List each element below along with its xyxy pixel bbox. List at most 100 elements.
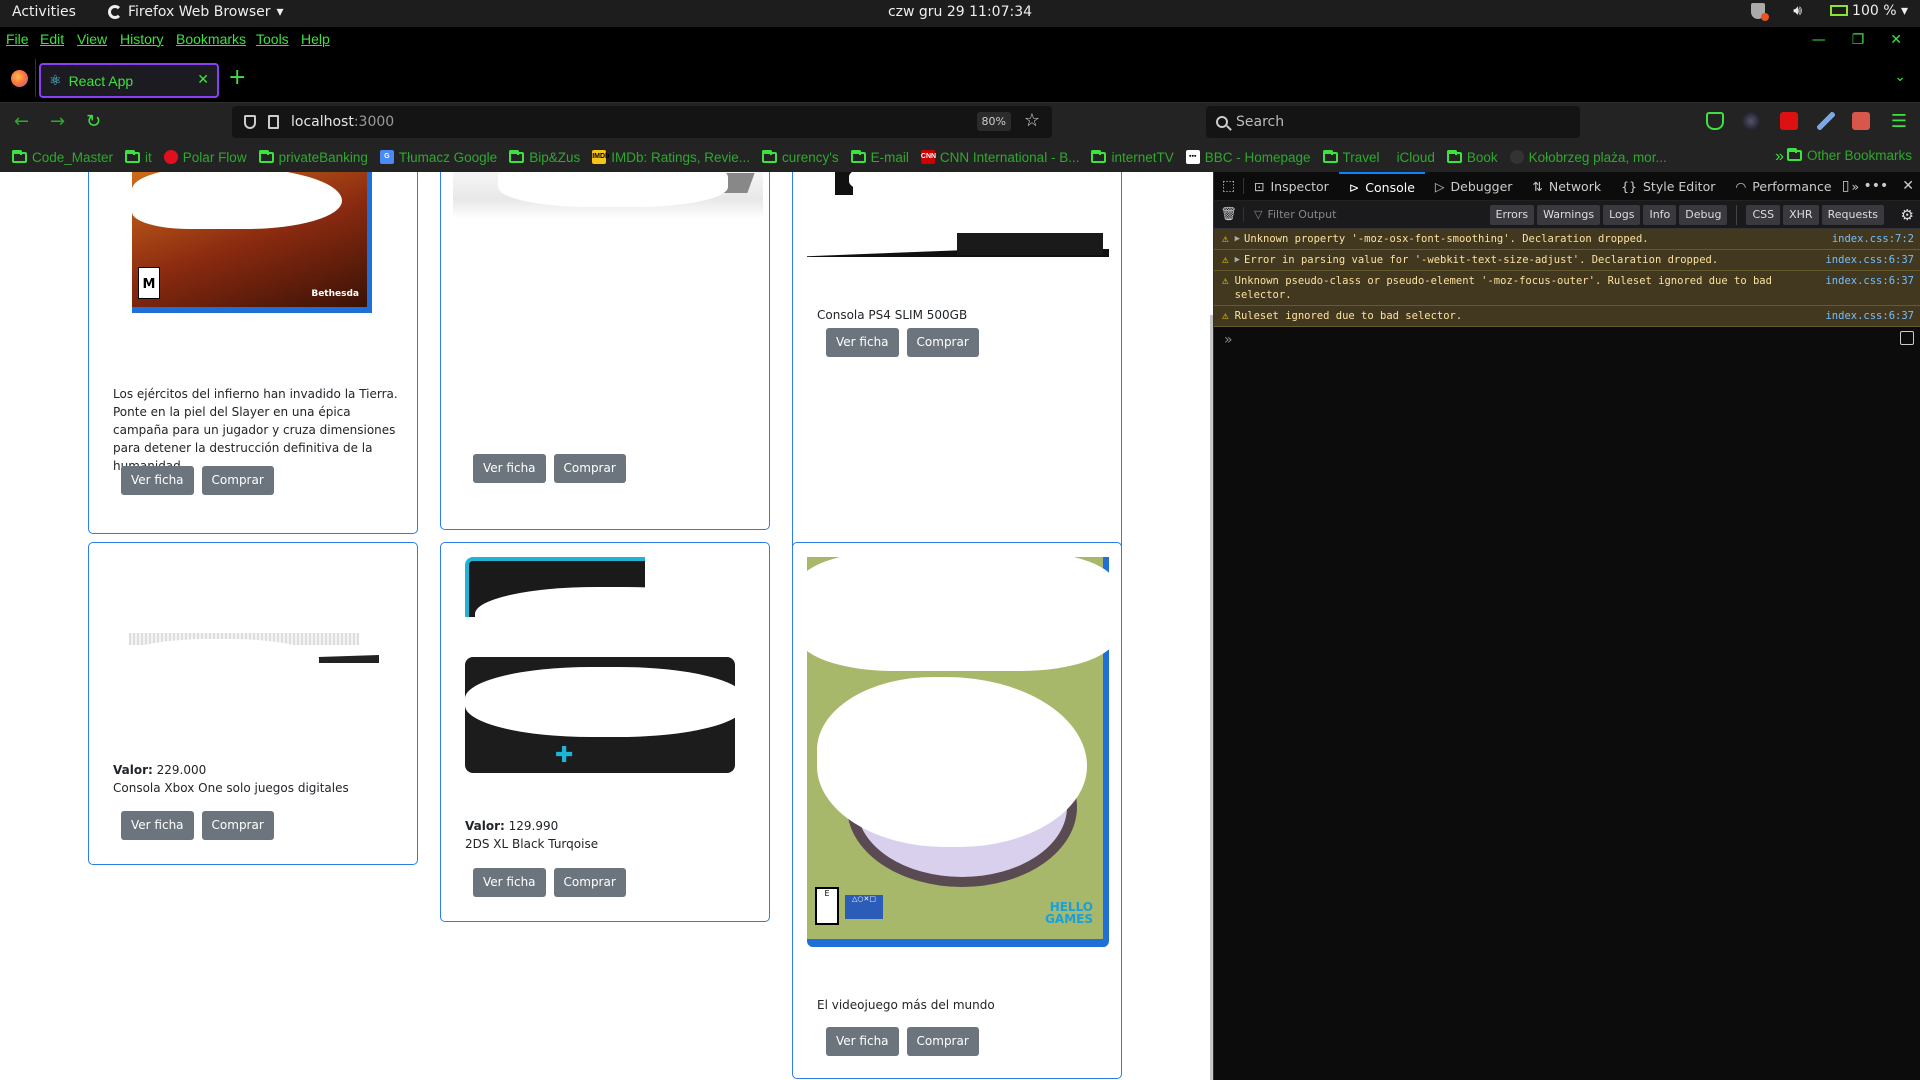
system-tray[interactable]: 🔊︎ 100 % ▾ [1751, 3, 1908, 21]
bookmark-item[interactable]: CNN CNN International - B... [920, 150, 1079, 165]
url-bar[interactable]: localhost:3000 80% ☆ [232, 106, 1052, 138]
menu-edit[interactable]: Edit [40, 31, 64, 47]
console-input[interactable]: » [1214, 327, 1920, 353]
devtools-tab-style-editor[interactable]: {} Style Editor [1611, 172, 1725, 201]
bookmark-star-icon[interactable]: ☆ [1024, 110, 1040, 131]
bookmark-item[interactable]: E-mail [850, 149, 909, 165]
bookmark-item[interactable]: IMDb IMDb: Ratings, Revie... [592, 150, 750, 165]
restore-icon[interactable]: ❐ [1852, 32, 1865, 48]
view-details-button[interactable]: Ver ficha [121, 466, 194, 495]
filter-output-input[interactable]: ▽ Filter Output [1244, 208, 1336, 221]
back-button[interactable]: ← [14, 111, 29, 132]
filter-logs[interactable]: Logs [1603, 204, 1641, 225]
react-devtools-icon[interactable] [1852, 112, 1870, 130]
menu-view[interactable]: View [77, 31, 107, 47]
buy-button[interactable]: Comprar [201, 466, 274, 495]
responsive-design-icon[interactable]: ▯ [1842, 178, 1850, 194]
devtools-tab-performance[interactable]: ◠ Performance [1725, 172, 1841, 201]
menu-file[interactable]: File [6, 31, 29, 47]
expand-triangle-icon[interactable]: ▶ [1235, 232, 1240, 246]
buy-button[interactable]: Comprar [906, 328, 979, 357]
close-devtools-icon[interactable]: ✕ [1902, 178, 1914, 194]
tab-react-app[interactable]: ⚛ React App ✕ [39, 63, 219, 98]
close-tab-icon[interactable]: ✕ [197, 71, 209, 88]
battery-status[interactable]: 100 % ▾ [1830, 3, 1908, 19]
clear-console-icon[interactable]: 🗑︎ [1214, 207, 1244, 222]
bookmark-item[interactable]: ▪▪▪ BBC - Homepage [1185, 150, 1311, 165]
zoom-level-badge[interactable]: 80% [976, 112, 1011, 131]
clock[interactable]: czw gru 29 11:07:34 [0, 4, 1920, 20]
bookmark-item[interactable]: privateBanking [258, 149, 368, 165]
forward-button[interactable]: → [50, 111, 65, 132]
bookmark-item[interactable]: Polar Flow [163, 150, 247, 165]
menu-history[interactable]: History [120, 31, 164, 47]
minimize-icon[interactable]: — [1812, 32, 1826, 48]
more-options-icon[interactable]: ••• [1863, 178, 1888, 194]
bookmark-item[interactable]: G Tłumacz Google [379, 150, 497, 165]
search-bar[interactable]: Search [1206, 106, 1580, 138]
view-details-button[interactable]: Ver ficha [473, 454, 546, 483]
console-settings-icon[interactable]: ⚙ [1901, 206, 1914, 224]
buy-button[interactable]: Comprar [201, 811, 274, 840]
buy-button[interactable]: Comprar [906, 1027, 979, 1056]
pocket-icon[interactable] [1706, 112, 1724, 130]
bookmarks-overflow-icon[interactable]: » [1775, 148, 1784, 166]
color-picker-icon[interactable] [1817, 112, 1835, 130]
bookmark-item[interactable]: Travel [1322, 149, 1380, 165]
extension-globe-icon[interactable] [1742, 112, 1760, 130]
message-source-link[interactable]: index.css:6:37 [1825, 309, 1914, 323]
view-details-button[interactable]: Ver ficha [121, 811, 194, 840]
filter-requests[interactable]: Requests [1821, 204, 1884, 225]
element-picker-icon[interactable]: ⬚ [1214, 178, 1244, 194]
console-message[interactable]: ⚠ ▶ Error in parsing value for '-webkit-… [1214, 250, 1920, 271]
page-info-icon[interactable] [268, 115, 279, 129]
bookmark-item[interactable]: it [125, 149, 152, 165]
filter-warnings[interactable]: Warnings [1537, 204, 1601, 225]
editor-mode-toggle-icon[interactable] [1900, 331, 1914, 345]
devtools-tab-inspector[interactable]: ⊡ Inspector [1244, 172, 1339, 201]
product-price: Valor: 229.000 [113, 763, 206, 777]
buy-button[interactable]: Comprar [553, 868, 626, 897]
close-icon[interactable]: ✕ [1890, 32, 1902, 48]
extension-wand-icon[interactable] [1780, 112, 1798, 130]
filter-info[interactable]: Info [1643, 204, 1677, 225]
view-details-button[interactable]: Ver ficha [473, 868, 546, 897]
button-group: Ver ficha Comprar [473, 868, 626, 897]
console-message[interactable]: ⚠ Unknown pseudo-class or pseudo-element… [1214, 271, 1920, 306]
bookmark-item[interactable]: internetTV [1091, 149, 1174, 165]
bookmark-item[interactable]: Book [1446, 149, 1498, 165]
list-all-tabs-icon[interactable]: ⌄ [1894, 69, 1906, 85]
console-message[interactable]: ⚠ ▶ Unknown property '-moz-osx-font-smoo… [1214, 229, 1920, 250]
expand-triangle-icon[interactable]: ▶ [1235, 253, 1240, 267]
new-tab-button[interactable]: + [228, 67, 246, 89]
message-source-link[interactable]: index.css:7:2 [1832, 232, 1914, 246]
security-alert-icon[interactable] [1751, 3, 1770, 21]
console-message[interactable]: ⚠ Ruleset ignored due to bad selector. i… [1214, 306, 1920, 327]
url-text[interactable]: localhost:3000 [291, 114, 394, 130]
bookmark-item[interactable]: iCloud [1392, 150, 1435, 165]
buy-button[interactable]: Comprar [553, 454, 626, 483]
view-details-button[interactable]: Ver ficha [826, 1027, 899, 1056]
filter-errors[interactable]: Errors [1489, 204, 1535, 225]
reload-button[interactable]: ↻ [86, 111, 101, 132]
tracking-protection-icon[interactable] [244, 115, 256, 129]
bookmark-item[interactable]: Kołobrzeg plaża, mor... [1509, 150, 1667, 165]
bookmark-item[interactable]: curency's [762, 149, 839, 165]
menu-tools[interactable]: Tools [256, 31, 289, 47]
devtools-tab-debugger[interactable]: ▷ Debugger [1425, 172, 1523, 201]
other-bookmarks[interactable]: Other Bookmarks [1786, 148, 1912, 163]
bookmark-item[interactable]: Code_Master [12, 149, 113, 165]
menu-help[interactable]: Help [301, 31, 330, 47]
message-source-link[interactable]: index.css:6:37 [1825, 253, 1914, 267]
menu-hamburger-icon[interactable]: ☰ [1891, 111, 1907, 132]
devtools-tab-network[interactable]: ⇅ Network [1522, 172, 1611, 201]
view-details-button[interactable]: Ver ficha [826, 328, 899, 357]
filter-css[interactable]: CSS [1746, 204, 1781, 225]
message-source-link[interactable]: index.css:6:37 [1825, 274, 1914, 302]
filter-debug[interactable]: Debug [1679, 204, 1728, 225]
devtools-tab-console[interactable]: ⊳ Console [1338, 171, 1425, 201]
filter-xhr[interactable]: XHR [1783, 204, 1819, 225]
volume-icon[interactable]: 🔊︎ [1793, 3, 1802, 19]
bookmark-item[interactable]: Bip&Zus [509, 149, 580, 165]
menu-bookmarks[interactable]: Bookmarks [176, 31, 246, 47]
